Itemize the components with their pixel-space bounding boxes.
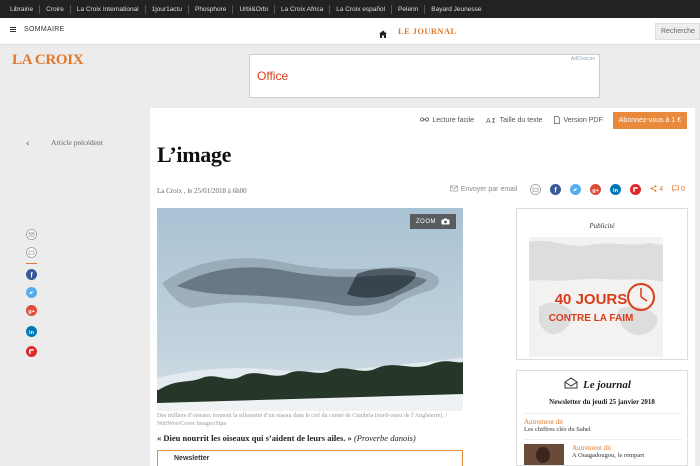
- share-count[interactable]: 4: [650, 185, 663, 194]
- home-icon[interactable]: [378, 26, 388, 38]
- ad-brand: Office: [257, 69, 289, 83]
- print-icon[interactable]: [530, 184, 542, 195]
- share-icon: [650, 185, 657, 194]
- journal-widget-title[interactable]: Le journal: [564, 377, 631, 392]
- item-category: Autrement dit: [524, 418, 564, 426]
- envelope-icon: [564, 377, 578, 392]
- email-share-icon[interactable]: [26, 229, 37, 240]
- previous-article-label: Article précédent: [51, 138, 103, 147]
- svg-text:in: in: [29, 330, 35, 336]
- facebook-icon[interactable]: f: [550, 184, 562, 195]
- quote-source: (Proverbe danois): [353, 433, 416, 443]
- network-link[interactable]: La Croix International: [71, 4, 146, 14]
- comment-count-value: 0: [681, 186, 685, 193]
- comment-icon: [672, 185, 679, 194]
- sidebar-ad: Publicité 40 JOURS CONTRE LA FAIM: [516, 208, 688, 360]
- text-size-icon: A↕: [485, 116, 497, 125]
- easy-read-button[interactable]: Lecture facile: [420, 117, 474, 124]
- article-title: L’image: [157, 142, 232, 167]
- journal-link[interactable]: LE JOURNAL: [398, 26, 457, 36]
- facebook-icon[interactable]: f: [26, 269, 37, 280]
- googleplus-icon[interactable]: g+: [26, 305, 37, 316]
- zoom-label: ZOOM: [416, 218, 436, 225]
- email-share-button[interactable]: Envoyer par email: [449, 185, 518, 194]
- email-share-label: Envoyer par email: [460, 186, 518, 193]
- svg-text:g+: g+: [592, 188, 599, 194]
- menu-label: SOMMAIRE: [24, 26, 65, 33]
- ad-choices-label[interactable]: AdChoices: [571, 56, 595, 62]
- linkedin-icon[interactable]: in: [26, 326, 37, 337]
- article-byline: La Croix , le 25/01/2018 à 6h00: [157, 187, 247, 195]
- network-link[interactable]: La Croix Africa: [275, 4, 331, 14]
- item-category: Autrement dit: [572, 444, 612, 452]
- menu-button[interactable]: SOMMAIRE: [10, 26, 65, 33]
- comment-count[interactable]: 0: [672, 185, 685, 194]
- network-bar: Librairie Croire La Croix International 1jo…: [0, 0, 700, 18]
- share-count-value: 4: [659, 186, 664, 193]
- rail-divider: [26, 263, 37, 264]
- network-link[interactable]: Librairie: [4, 4, 41, 14]
- item-title: A Ouagadougou, le rempart: [572, 452, 645, 459]
- network-link[interactable]: 1jour1actu: [146, 4, 189, 14]
- list-item[interactable]: Autrement dit Les chiffres clés du Sahel: [524, 413, 682, 433]
- site-logo[interactable]: LA CROIX: [12, 52, 84, 69]
- email-icon: [449, 185, 458, 194]
- ad-subheadline: CONTRE LA FAIM: [549, 313, 634, 324]
- easy-read-label: Lecture facile: [432, 117, 474, 124]
- list-item[interactable]: Autrement dit A Ouagadougou, le rempart: [524, 439, 682, 465]
- search-button[interactable]: Recherche: [655, 23, 700, 40]
- journal-widget: Le journal Newsletter du jeudi 25 janvie…: [516, 370, 688, 466]
- camera-icon: [441, 218, 450, 225]
- linkedin-icon[interactable]: in: [610, 184, 622, 195]
- twitter-icon[interactable]: [570, 184, 582, 195]
- twitter-icon[interactable]: [26, 287, 37, 298]
- pdf-icon: [554, 115, 561, 126]
- nav-bar: SOMMAIRE LE JOURNAL Recherche: [0, 18, 700, 45]
- article-photo[interactable]: ZOOM: [157, 208, 463, 411]
- text-size-label: Taille du texte: [499, 117, 543, 124]
- flipboard-icon[interactable]: [26, 346, 37, 357]
- svg-text:g+: g+: [28, 309, 35, 315]
- photo-caption: Des milliers d’oiseaux forment la silhou…: [157, 413, 448, 427]
- pdf-label: Version PDF: [563, 117, 603, 124]
- subscribe-button[interactable]: Abonnez-vous à 1 €: [612, 112, 687, 129]
- article-tools: Lecture facile A↕ Taille du texte Versio…: [420, 112, 687, 129]
- network-link[interactable]: Pelerin: [392, 4, 426, 14]
- ad-label: Publicité: [589, 222, 615, 230]
- quote-text: « Dieu nourrit les oiseaux qui s’aident …: [157, 433, 352, 443]
- journal-date: Newsletter du jeudi 25 janvier 2018: [549, 398, 655, 406]
- flipboard-icon[interactable]: [630, 184, 642, 195]
- chevron-left-icon: ‹: [26, 139, 30, 149]
- item-title: Les chiffres clés du Sahel: [524, 426, 591, 433]
- item-thumbnail: [524, 444, 564, 465]
- glasses-icon: [420, 117, 430, 124]
- ad-banner[interactable]: Office AdChoices: [249, 54, 600, 98]
- newsletter-box[interactable]: Newsletter: [157, 450, 463, 466]
- svg-text:in: in: [613, 188, 619, 194]
- campaign-ad[interactable]: 40 JOURS CONTRE LA FAIM: [529, 237, 663, 357]
- network-link[interactable]: Bayard Jeunesse: [425, 5, 487, 14]
- journal-title-text: Le journal: [583, 378, 631, 391]
- text-size-button[interactable]: A↕ Taille du texte: [486, 117, 542, 125]
- googleplus-icon[interactable]: g+: [590, 184, 602, 195]
- network-link[interactable]: Croire: [40, 4, 71, 14]
- article-card: Lecture facile A↕ Taille du texte Versio…: [150, 108, 695, 466]
- network-link[interactable]: La Croix español: [330, 4, 393, 14]
- zoom-button[interactable]: ZOOM: [410, 214, 456, 229]
- hamburger-icon: [10, 27, 16, 32]
- share-bar: Envoyer par email f g+ in 4 0: [449, 184, 685, 195]
- pdf-button[interactable]: Version PDF: [554, 115, 603, 126]
- network-link[interactable]: Urbi&Orbi: [233, 4, 275, 14]
- newsletter-label: Newsletter: [174, 455, 210, 462]
- print-icon[interactable]: [26, 247, 37, 258]
- network-link[interactable]: Phosphore: [189, 4, 234, 14]
- ad-headline: 40 JOURS: [555, 291, 628, 308]
- article-quote: « Dieu nourrit les oiseaux qui s’aident …: [157, 433, 487, 443]
